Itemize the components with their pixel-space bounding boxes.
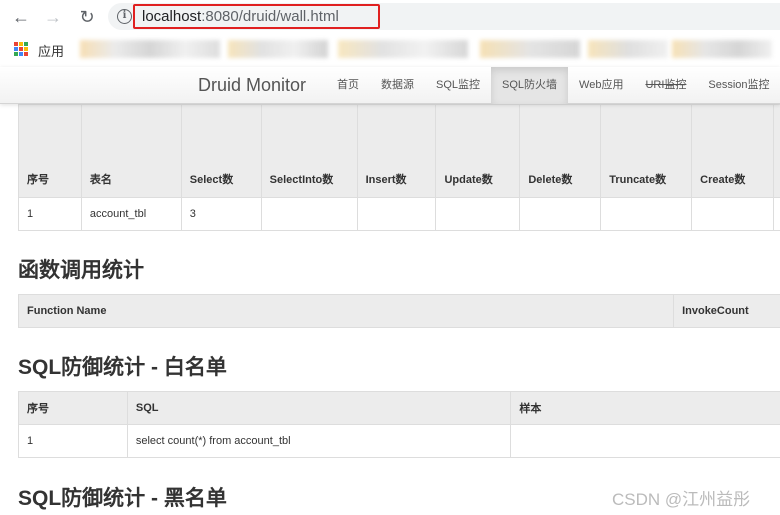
- apps-dot: [14, 47, 18, 51]
- apps-dot: [24, 52, 28, 56]
- table-cell: [510, 424, 780, 458]
- blacklist-title: SQL防御统计 - 黑名单: [18, 487, 227, 510]
- table-row: 1 account_tbl 3: [18, 197, 780, 231]
- apps-dot: [14, 42, 18, 46]
- table-cell: [773, 197, 780, 231]
- menu-item[interactable]: URI监控: [634, 67, 697, 104]
- table-cell: [435, 197, 521, 231]
- column-header[interactable]: SelectInto数: [260, 104, 358, 198]
- druid-navbar: Druid Monitor 首页 数据源 SQL监控 SQL防火墙 Web应用 URI监控…: [0, 67, 780, 104]
- column-header[interactable]: [773, 104, 780, 198]
- apps-dot: [24, 47, 28, 51]
- function-stats-title: 函数调用统计: [18, 259, 144, 282]
- table-cell: [519, 197, 602, 231]
- menu-item[interactable]: Session监控: [697, 67, 780, 104]
- forward-arrow-icon[interactable]: →: [42, 6, 64, 28]
- table-header-row: 序号 SQL 样本: [18, 391, 780, 425]
- apps-dot: [24, 42, 28, 46]
- column-header[interactable]: Create数: [691, 104, 775, 198]
- blurred-bookmark[interactable]: [228, 40, 328, 58]
- column-header[interactable]: Select数: [180, 104, 262, 198]
- bookmarks-bar: 应用: [0, 34, 780, 63]
- table-stats: 序号 表名 Select数 SelectInto数 Insert数 Update数 Dele…: [18, 104, 780, 231]
- table-row: 1 select count(*) from account_tbl: [18, 424, 780, 458]
- table-cell: 3: [180, 197, 262, 231]
- apps-grid-icon[interactable]: [14, 42, 28, 56]
- blurred-bookmark[interactable]: [588, 40, 668, 58]
- browser-chrome: ← → ↻ i localhost:8080/druid/wall.html 应…: [0, 0, 780, 67]
- column-header[interactable]: Function Name: [17, 294, 675, 328]
- function-stats-table: Function Name InvokeCount: [17, 294, 780, 328]
- column-header[interactable]: 序号: [18, 391, 128, 425]
- url-highlight-box: [133, 4, 380, 29]
- table-cell: select count(*) from account_tbl: [126, 424, 512, 458]
- apps-bookmark-label[interactable]: 应用: [38, 41, 64, 60]
- main-menu: 首页 数据源 SQL监控 SQL防火墙 Web应用 URI监控 Session监控: [326, 67, 780, 104]
- blurred-bookmark[interactable]: [672, 40, 772, 58]
- table-cell: [356, 197, 437, 231]
- menu-item[interactable]: 首页: [326, 67, 370, 104]
- watermark: CSDN @江州益彤: [612, 490, 751, 509]
- apps-dot: [19, 42, 23, 46]
- blurred-bookmark[interactable]: [338, 40, 468, 58]
- table-cell: 1: [18, 197, 82, 231]
- apps-dot: [14, 52, 18, 56]
- blurred-bookmark[interactable]: [80, 40, 220, 58]
- column-header[interactable]: 序号: [18, 104, 82, 198]
- whitelist-table: 序号 SQL 样本 1 select count(*) from account_tb…: [18, 391, 780, 458]
- column-header[interactable]: Truncate数: [600, 104, 693, 198]
- menu-item[interactable]: Web应用: [568, 67, 634, 104]
- menu-item[interactable]: 数据源: [370, 67, 425, 104]
- menu-item[interactable]: SQL监控: [425, 67, 491, 104]
- apps-dot: [19, 47, 23, 51]
- column-header[interactable]: Insert数: [356, 104, 437, 198]
- info-icon[interactable]: i: [117, 9, 132, 24]
- reload-icon[interactable]: ↻: [76, 6, 98, 28]
- menu-item[interactable]: SQL防火墙: [491, 67, 569, 104]
- column-header[interactable]: SQL: [126, 391, 512, 425]
- column-header[interactable]: Update数: [435, 104, 521, 198]
- table-header-row: Function Name InvokeCount: [17, 294, 780, 328]
- table-cell: [600, 197, 693, 231]
- column-header[interactable]: 样本: [510, 391, 780, 425]
- address-row: ← → ↻ i localhost:8080/druid/wall.html: [0, 0, 780, 34]
- back-arrow-icon[interactable]: ←: [10, 6, 32, 28]
- main-content: 序号 表名 Select数 SelectInto数 Insert数 Update数 Dele…: [17, 104, 780, 515]
- column-header[interactable]: Delete数: [519, 104, 602, 198]
- table-cell: 1: [18, 424, 128, 458]
- column-header[interactable]: InvokeCount: [673, 294, 780, 328]
- table-header-row: 序号 表名 Select数 SelectInto数 Insert数 Update数 Dele…: [18, 104, 780, 198]
- column-header[interactable]: 表名: [80, 104, 182, 198]
- apps-dot: [19, 52, 23, 56]
- table-cell: account_tbl: [80, 197, 182, 231]
- whitelist-title: SQL防御统计 - 白名单: [18, 356, 227, 379]
- table-cell: [260, 197, 358, 231]
- brand-title[interactable]: Druid Monitor: [198, 75, 306, 96]
- table-cell: [691, 197, 775, 231]
- blurred-bookmark[interactable]: [480, 40, 580, 58]
